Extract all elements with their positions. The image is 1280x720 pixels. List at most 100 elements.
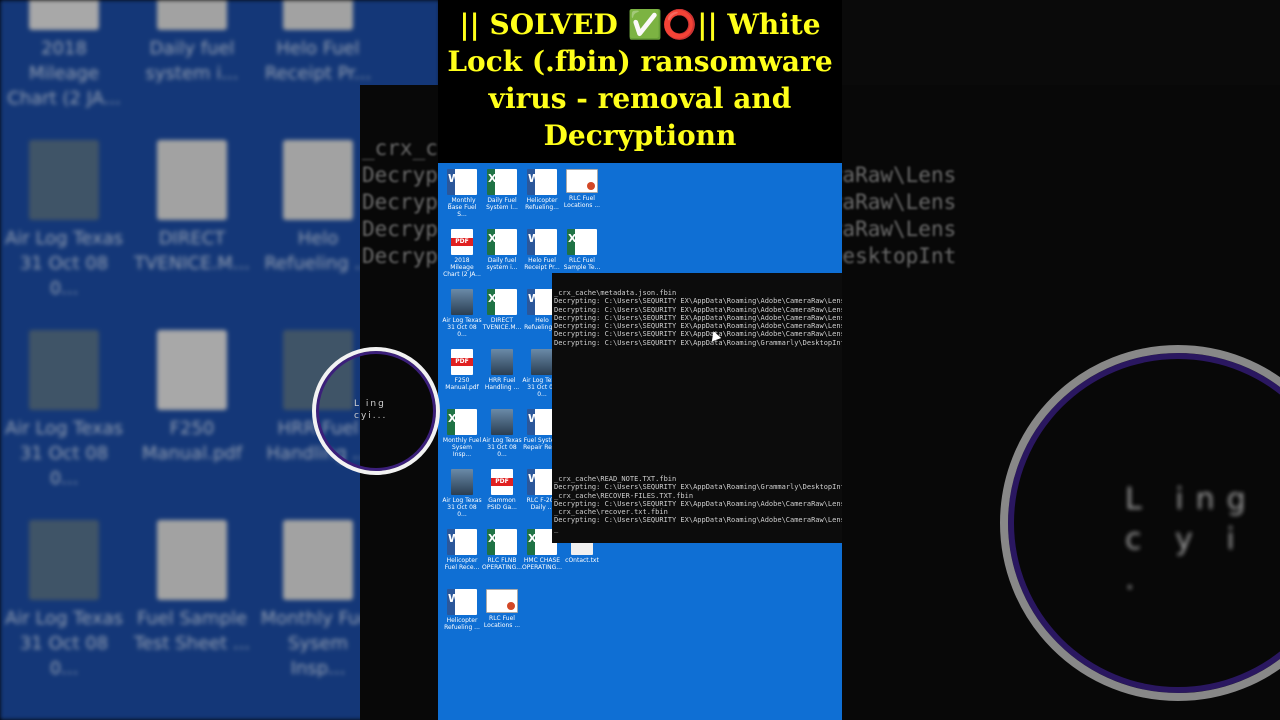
terminal-line: Decrypting: C:\Users\SEQURITY EX\AppData… <box>554 516 842 525</box>
loading-line-1: L ing <box>354 399 386 409</box>
desktop-icon-label: RLC Fuel Sample Te... <box>563 257 601 271</box>
desktop-icon[interactable]: F250 Manual.pdf <box>442 349 482 391</box>
desktop-icon[interactable]: Daily Fuel System I... <box>482 169 522 211</box>
img-file-icon <box>29 520 99 600</box>
pdf-file-icon <box>157 330 227 410</box>
desktop-icon-label: Air Log Texas 31 Oct 08 0... <box>442 497 482 518</box>
excel-file-icon <box>157 0 227 30</box>
desktop-icon[interactable]: Air Log Texas 31 Oct 08 0... <box>442 469 482 518</box>
desktop-icon-label: 2018 Mileage Chart (2 JA... <box>443 257 481 278</box>
img-file-icon <box>491 409 513 435</box>
desktop-icon-label: HMC CHASE OPERATING... <box>522 557 562 571</box>
video-frame: || SOLVED ✅⭕|| White Lock (.fbin) ransom… <box>438 0 842 720</box>
desktop-icon-label: Helicopter Fuel Rece... <box>444 557 480 571</box>
desktop-icon[interactable]: Gammon PSID Ga... <box>482 469 522 511</box>
terminal-line: Decrypting: C:\Users\SEQURITY EX\AppData… <box>554 305 842 314</box>
img-file-icon <box>491 349 513 375</box>
excel-file-icon <box>487 529 517 555</box>
desktop-icon[interactable]: RLC Fuel Locations ... <box>482 589 522 629</box>
desktop-icon[interactable]: HRR Fuel Handling ... <box>482 349 522 391</box>
background-loading-text: L ing c y i . <box>1125 480 1280 600</box>
word-file-icon <box>447 589 477 615</box>
terminal-window[interactable]: _crx_cache\metadata.json.fbin Decrypting:… <box>552 273 842 543</box>
word-file-icon <box>283 140 353 220</box>
desktop-icon[interactable]: Helicopter Fuel Rece... <box>442 529 482 571</box>
terminal-line: Decrypting: C:\Users\SEQURITY EX\AppData… <box>554 330 842 339</box>
desktop-icon-label: Gammon PSID Ga... <box>487 497 517 511</box>
desktop-icon-label: F250 Manual.pdf <box>445 377 479 391</box>
desktop-icon[interactable]: RLC Fuel Sample Te... <box>562 229 602 271</box>
desktop-icon-label: DIRECT TVENICE.M... <box>482 317 522 331</box>
desktop-icon-label: Monthly Fuel Sysem Insp... <box>442 437 482 458</box>
img-file-icon <box>29 330 99 410</box>
desktop-icon[interactable]: Air Log Texas 31 Oct 08 0... <box>482 409 522 458</box>
pdf-file-icon <box>491 469 513 495</box>
desktop-icon-label: Air Log Texas 31 Oct 08 0... <box>442 317 482 338</box>
excel-file-icon <box>487 169 517 195</box>
pdf-file-icon <box>29 0 99 30</box>
background-icon-label: Fuel Sample Test Sheet ... <box>133 608 251 654</box>
background-icon: Daily fuel system i... <box>132 0 252 86</box>
background-icon: Air Log Texas 31 Oct 08 0... <box>4 330 124 491</box>
terminal-line: Decrypting: C:\Users\SEQURITY EX\AppData… <box>554 499 842 508</box>
desktop-icon-label: HRR Fuel Handling ... <box>484 377 520 391</box>
background-icon-label: Air Log Texas 31 Oct 08 0... <box>4 418 124 489</box>
terminal-line: _crx_cache\READ_NOTE.TXT.fbin <box>554 475 677 483</box>
terminal-line: Decrypting: C:\Users\SEQURITY EX\AppData… <box>554 483 842 492</box>
windows-desktop: RLC Fuel Locations ...Helicopter Refueli… <box>438 163 842 720</box>
terminal-output-top: _crx_cache\metadata.json.fbin Decrypting:… <box>554 289 842 347</box>
background-icon-label: DIRECT TVENICE.M... <box>134 228 250 274</box>
desktop-icon[interactable]: RLC FLNB OPERATING... <box>482 529 522 571</box>
background-icon-label: Helo Fuel Receipt Pr... <box>264 38 372 84</box>
desktop-icon-label: RLC Fuel Locations ... <box>563 195 601 209</box>
background-icon: Helo Fuel Receipt Pr... <box>258 0 378 86</box>
desktop-icon-label: Helo Fuel Receipt Pr... <box>524 257 560 271</box>
excel-file-icon <box>487 289 517 315</box>
desktop-icon-label: _Monthly Base Fuel S... <box>447 197 477 218</box>
background-icon: Air Log Texas 31 Oct 08 0... <box>4 520 124 681</box>
desktop-icon-label: RLC Fuel Locations ... <box>483 615 521 629</box>
word-file-icon <box>527 169 557 195</box>
ppt-file-icon <box>486 589 518 613</box>
background-icon: DIRECT TVENICE.M... <box>132 140 252 276</box>
ppt-file-icon <box>566 169 598 193</box>
background-icon-label: F250 Manual.pdf <box>141 418 243 464</box>
img-file-icon <box>451 469 473 495</box>
desktop-icon[interactable]: RLC Fuel Locations ... <box>562 169 602 209</box>
title-line-4: Decryptionn <box>543 119 737 152</box>
terminal-output-bottom: _crx_cache\READ_NOTE.TXT.fbin Decrypting:… <box>554 475 842 533</box>
terminal-line: Decrypting: C:\Users\SEQURITY EX\AppData… <box>554 313 842 322</box>
desktop-icon[interactable]: 2018 Mileage Chart (2 JA... <box>442 229 482 278</box>
desktop-icon-label: Helicopter Refueling ... <box>444 617 480 631</box>
desktop-icon[interactable]: Air Log Texas 31 Oct 08 0... <box>442 289 482 338</box>
pdf-file-icon <box>451 349 473 375</box>
terminal-line: _crx_cache\recover.txt.fbin <box>554 508 668 517</box>
word-file-icon <box>447 529 477 555</box>
desktop-icon[interactable]: _Monthly Base Fuel S... <box>442 169 482 218</box>
background-icon: Fuel Sample Test Sheet ... <box>132 520 252 656</box>
background-icon-label: Air Log Texas 31 Oct 08 0... <box>4 608 124 679</box>
word-file-icon <box>283 0 353 30</box>
img-file-icon <box>531 349 553 375</box>
desktop-icon[interactable]: Monthly Fuel Sysem Insp... <box>442 409 482 458</box>
terminal-line: _crx_cache\metadata.json.fbin <box>554 289 677 297</box>
desktop-icon[interactable]: Daily fuel system i... <box>482 229 522 271</box>
desktop-icon[interactable]: Helicopter Refueling ... <box>442 589 482 631</box>
background-icon-label: Daily fuel system i... <box>145 38 239 84</box>
desktop-icon[interactable]: Helo Fuel Receipt Pr... <box>522 229 562 271</box>
excel-file-icon <box>283 520 353 600</box>
word-file-icon <box>447 169 477 195</box>
desktop-icon[interactable]: DIRECT TVENICE.M... <box>482 289 522 331</box>
excel-file-icon <box>157 520 227 600</box>
bg-ring-line2: c y i . <box>1125 522 1247 597</box>
excel-file-icon <box>487 229 517 255</box>
terminal-line: _crx_cache\RECOVER-FILES.TXT.fbin <box>554 491 694 500</box>
loading-line-2: cyi... <box>354 411 388 421</box>
background-icon-label: Air Log Texas 31 Oct 08 0... <box>4 228 124 299</box>
word-file-icon <box>527 229 557 255</box>
terminal-line: Decrypting: C:\Users\SEQURITY EX\AppData… <box>554 338 842 347</box>
desktop-icon[interactable]: Helicopter Refueling... <box>522 169 562 211</box>
excel-file-icon <box>157 140 227 220</box>
title-line-1: || SOLVED ✅⭕|| White <box>459 8 821 41</box>
desktop-icon-label: cOntact.txt <box>565 557 599 564</box>
